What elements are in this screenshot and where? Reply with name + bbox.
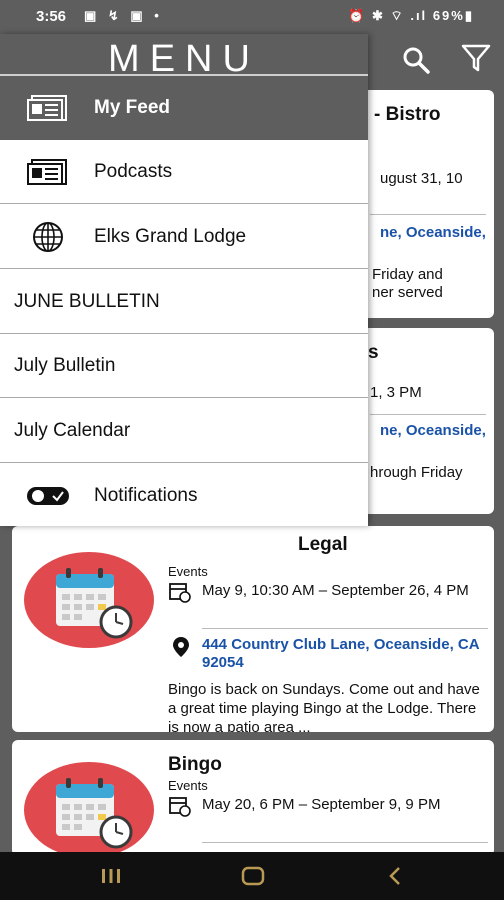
card-location-link[interactable]: ne, Oceanside,	[380, 224, 486, 241]
card-title: Bingo	[168, 754, 222, 775]
card-title: Legal	[298, 534, 348, 555]
menu-drawer: MENU My Feed Podcasts Elks Grand Lodge J…	[0, 34, 368, 526]
menu-item-label: JUNE BULLETIN	[14, 291, 160, 312]
calendar-thumbnail	[24, 762, 154, 856]
notification-icons: ▣ ↯ ▣ •	[84, 8, 163, 23]
menu-item-july-bulletin[interactable]: July Bulletin	[0, 334, 368, 398]
menu-item-podcasts[interactable]: Podcasts	[0, 140, 368, 204]
card-date: ugust 31, 10	[380, 170, 463, 187]
divider	[370, 214, 486, 215]
card-category: Events	[168, 564, 208, 579]
divider	[202, 628, 488, 629]
card-location-link[interactable]: 444 Country Club Lane, Oceanside, CA 920…	[202, 636, 492, 672]
card-category: Events	[168, 778, 208, 793]
app-bar-actions	[374, 40, 504, 80]
location-pin-icon	[173, 637, 189, 657]
recent-apps-icon[interactable]	[98, 864, 124, 888]
menu-item-label: Podcasts	[94, 161, 173, 182]
toggle-icon[interactable]	[26, 480, 70, 512]
signal-icons: ⏰ ✱ ⌔ .ıl	[348, 8, 428, 23]
calendar-clock-icon	[169, 797, 191, 817]
calendar-icon	[56, 568, 133, 639]
card-title: s	[368, 342, 379, 363]
card-title: - Bistro	[374, 104, 441, 125]
calendar-thumbnail	[24, 552, 154, 648]
feed-card[interactable]: Bingo Events May 20, 6 PM – September 9,…	[12, 740, 494, 856]
card-date: 1, 3 PM	[370, 384, 422, 401]
filter-icon[interactable]	[460, 42, 492, 74]
back-icon[interactable]	[382, 864, 408, 888]
card-description: ner served	[372, 284, 443, 301]
home-icon[interactable]	[240, 864, 266, 888]
menu-item-notifications[interactable]: Notifications	[0, 464, 368, 528]
menu-item-elks-grand-lodge[interactable]: Elks Grand Lodge	[0, 205, 368, 269]
menu-item-june-bulletin[interactable]: JUNE BULLETIN	[0, 270, 368, 334]
calendar-clock-icon	[169, 583, 191, 603]
globe-icon	[33, 222, 63, 252]
card-location-link[interactable]: ne, Oceanside,	[380, 422, 486, 439]
card-description: hrough Friday	[370, 464, 463, 481]
card-date: May 20, 6 PM – September 9, 9 PM	[202, 796, 441, 813]
card-description: Bingo is back on Sundays. Come out and h…	[168, 681, 480, 732]
feed-card[interactable]: Legal Events May 9, 10:30 AM – September…	[12, 526, 494, 732]
status-bar: 3:56 ▣ ↯ ▣ • ⏰ ✱ ⌔ .ıl 69%▮	[0, 0, 504, 34]
newspaper-icon	[27, 95, 67, 121]
search-icon[interactable]	[400, 44, 432, 76]
menu-item-label: July Bulletin	[14, 355, 116, 376]
calendar-icon	[56, 778, 133, 849]
menu-item-label: My Feed	[94, 97, 171, 118]
battery-level: 69%	[432, 8, 465, 23]
system-nav-bar	[0, 852, 504, 900]
divider	[202, 842, 488, 843]
menu-item-label: Elks Grand Lodge	[94, 226, 247, 247]
menu-item-label: July Calendar	[14, 420, 131, 441]
menu-item-label: Notifications	[94, 485, 198, 506]
newspaper-icon	[27, 159, 67, 185]
system-icons: ⏰ ✱ ⌔ .ıl 69%▮	[348, 8, 474, 23]
menu-item-my-feed[interactable]: My Feed	[0, 76, 368, 140]
clock: 3:56	[36, 8, 67, 25]
card-date: May 9, 10:30 AM – September 26, 4 PM	[202, 582, 469, 599]
divider	[370, 414, 486, 415]
menu-item-july-calendar[interactable]: July Calendar	[0, 399, 368, 463]
card-description: Friday and	[372, 266, 443, 283]
